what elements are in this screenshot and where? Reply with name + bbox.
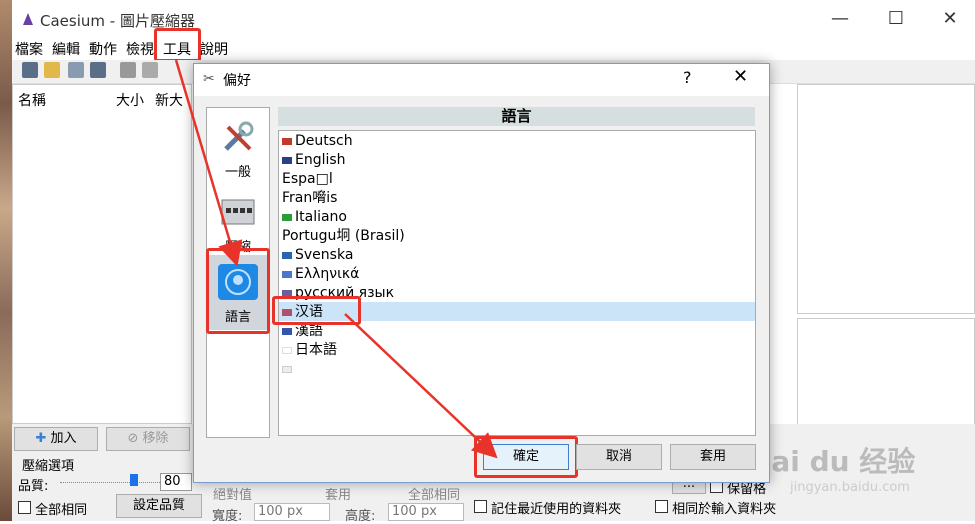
arrow-chinese-to-ok bbox=[344, 313, 498, 459]
annotation-arrows bbox=[174, 59, 498, 459]
arrow-tools-to-language bbox=[174, 59, 243, 267]
